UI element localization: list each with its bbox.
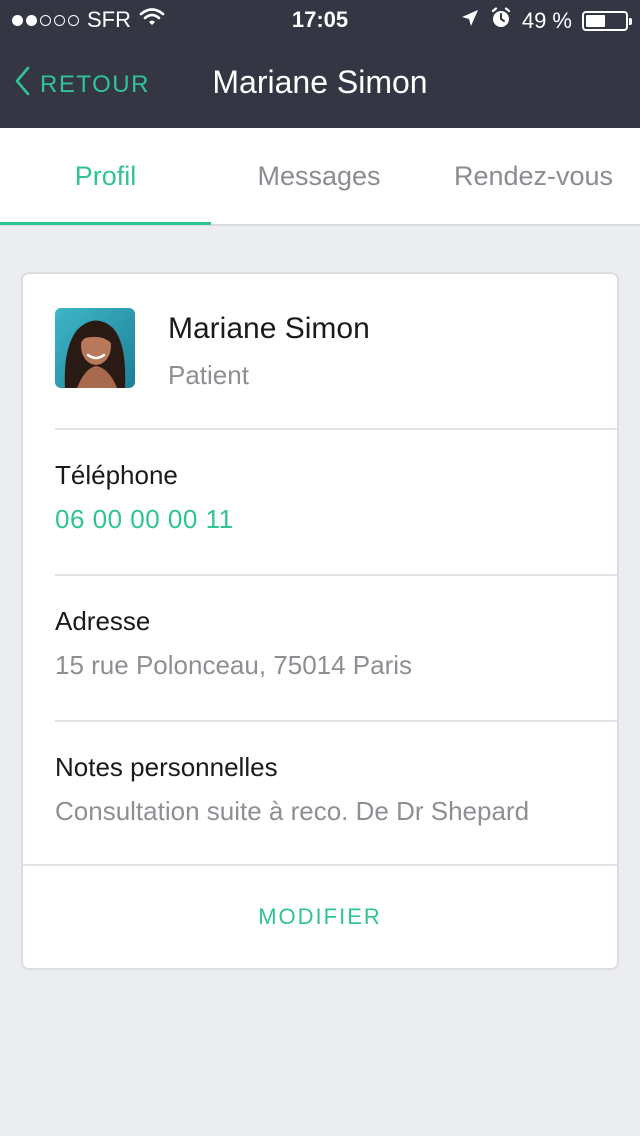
phone-link[interactable]: 06 00 00 00 11	[55, 504, 234, 535]
notes-label: Notes personnelles	[55, 752, 278, 782]
address-label: Adresse	[55, 606, 151, 636]
address-value: 15 rue Polonceau, 75014 Paris	[55, 650, 413, 680]
divider	[55, 428, 617, 430]
status-bar: SFR 17:05 49 %	[0, 0, 640, 40]
avatar	[55, 308, 135, 388]
status-right: 49 %	[460, 7, 632, 35]
modify-button[interactable]: MODIFIER	[23, 904, 617, 930]
battery-icon	[582, 11, 632, 31]
tab-profil[interactable]: Profil	[0, 128, 211, 224]
active-tab-indicator	[0, 222, 211, 225]
profile-card: Mariane Simon Patient Téléphone 06 00 00…	[21, 272, 619, 970]
battery-nub	[629, 18, 632, 25]
page-title: Mariane Simon	[212, 64, 428, 100]
alarm-clock-icon	[490, 7, 512, 35]
battery-fill	[586, 15, 605, 27]
divider	[55, 574, 617, 576]
patient-role: Patient	[168, 360, 249, 390]
tab-messages[interactable]: Messages	[211, 128, 427, 224]
battery-percent: 49 %	[521, 8, 572, 33]
divider	[55, 720, 617, 722]
tab-rendez-vous[interactable]: Rendez-vous	[427, 128, 640, 224]
navigation-bar: RETOUR Mariane Simon	[0, 40, 640, 128]
patient-name: Mariane Simon	[168, 312, 370, 345]
divider	[23, 864, 617, 866]
phone-label: Téléphone	[55, 460, 178, 490]
tab-bar: Profil Messages Rendez-vous	[0, 128, 640, 226]
location-arrow-icon	[460, 8, 480, 34]
notes-value: Consultation suite à reco. De Dr Shepard	[55, 796, 530, 826]
top-bar: SFR 17:05 49 % RETOUR Mariane Simon	[0, 0, 640, 128]
